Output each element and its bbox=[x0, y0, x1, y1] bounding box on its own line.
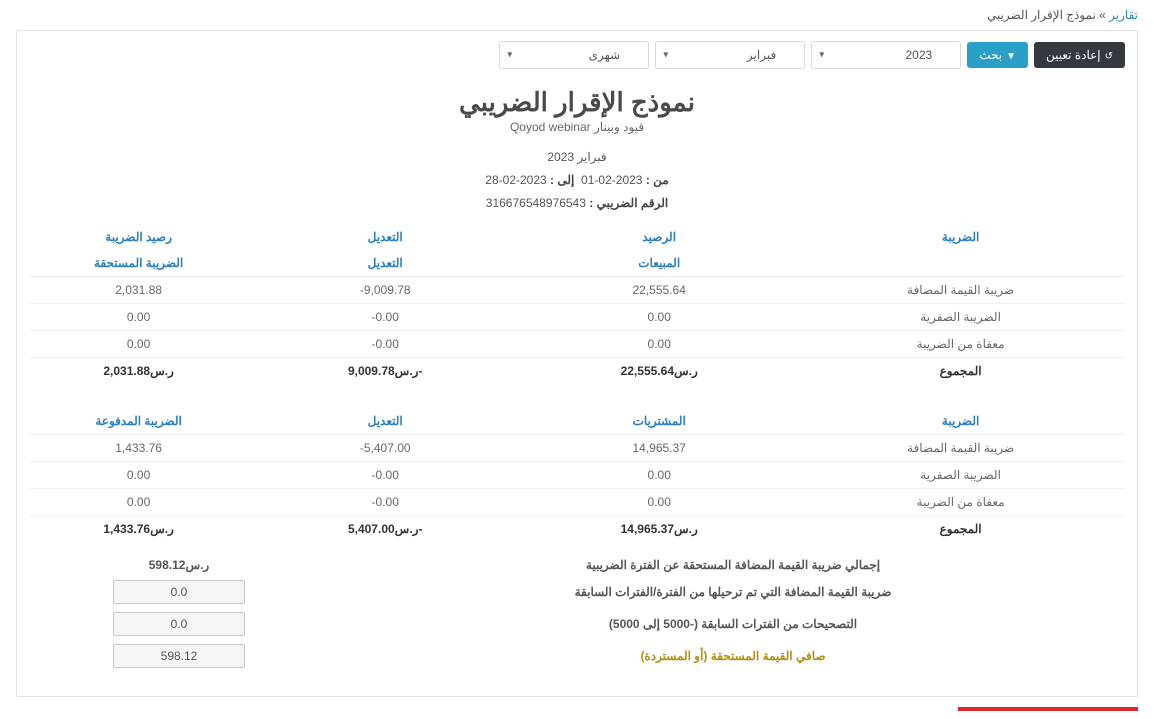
purch-h1: الضريبة bbox=[796, 408, 1125, 435]
tax-no-label: الرقم الضريبي : bbox=[589, 196, 668, 210]
summary-net-label: صافي القيمة المستحقة (أو المستردة) bbox=[341, 649, 1125, 663]
sales-h4: رصيد الضريبة bbox=[29, 224, 248, 250]
sales-sub-h3: التعديل bbox=[248, 250, 522, 277]
month-select[interactable]: فبراير bbox=[655, 41, 805, 69]
year-select[interactable]: 2023 bbox=[811, 41, 961, 69]
sales-h2: الرصيد bbox=[522, 224, 796, 250]
breadcrumb-root[interactable]: تقارير bbox=[1109, 8, 1138, 22]
summary-value-box: 0.0 bbox=[113, 580, 245, 604]
summary-label: ضريبة القيمة المضافة التي تم ترحيلها من … bbox=[341, 585, 1125, 599]
summary-label: إجمالي ضريبة القيمة المضافة المستحقة عن … bbox=[341, 558, 1125, 572]
summary-row: ضريبة القيمة المضافة التي تم ترحيلها من … bbox=[29, 580, 1125, 604]
sales-h3: التعديل bbox=[248, 224, 522, 250]
sales-sub-h4: الضريبة المستحقة bbox=[29, 250, 248, 277]
summary-net-row: صافي القيمة المستحقة (أو المستردة) 598.1… bbox=[29, 644, 1125, 668]
table-row: معفاة من الضريبة0.000.00-0.00 bbox=[29, 331, 1125, 358]
accent-bar bbox=[958, 707, 1138, 711]
breadcrumb-current: نموذج الإقرار الضريبي bbox=[987, 8, 1096, 22]
undo-icon: ↺ bbox=[1105, 51, 1113, 62]
from-value: 2023-02-01 bbox=[581, 173, 642, 187]
from-label: من : bbox=[646, 173, 669, 187]
company-name: قيود وبينار Qoyod webinar bbox=[29, 120, 1125, 134]
breadcrumb-sep: » bbox=[1096, 8, 1109, 22]
table-row: ضريبة القيمة المضافة14,965.375,407.00-1,… bbox=[29, 435, 1125, 462]
report-panel: شهرى ▾ فبراير ▾ 2023 ▾ ▼بحث ↺إعادة تعيين… bbox=[16, 30, 1138, 697]
table-row: الضريبة الصفرية0.000.00-0.00 bbox=[29, 462, 1125, 489]
tax-no-value: 316676548976543 bbox=[486, 196, 586, 210]
purchases-total-row: المجموعر.س14,965.37-ر.س5,407.00ر.س1,433.… bbox=[29, 516, 1125, 543]
report-period: فبراير 2023 bbox=[29, 146, 1125, 169]
table-row: الضريبة الصفرية0.000.00-0.00 bbox=[29, 304, 1125, 331]
table-row: ضريبة القيمة المضافة22,555.649,009.78-2,… bbox=[29, 277, 1125, 304]
purchases-table: الضريبة المشتريات التعديل الضريبة المدفو… bbox=[29, 408, 1125, 542]
sales-body: ضريبة القيمة المضافة22,555.649,009.78-2,… bbox=[29, 277, 1125, 385]
summary-net-value: 598.12 bbox=[113, 644, 245, 668]
search-button-label: بحث bbox=[979, 48, 1002, 62]
purchases-body: ضريبة القيمة المضافة14,965.375,407.00-1,… bbox=[29, 435, 1125, 543]
filter-toolbar: شهرى ▾ فبراير ▾ 2023 ▾ ▼بحث ↺إعادة تعيين bbox=[29, 41, 1125, 69]
period-mode-select[interactable]: شهرى bbox=[499, 41, 649, 69]
reset-button-label: إعادة تعيين bbox=[1046, 48, 1101, 62]
purch-h2: المشتريات bbox=[522, 408, 796, 435]
summary-block: إجمالي ضريبة القيمة المضافة المستحقة عن … bbox=[29, 558, 1125, 668]
summary-row: إجمالي ضريبة القيمة المضافة المستحقة عن … bbox=[29, 558, 1125, 572]
table-row: معفاة من الضريبة0.000.00-0.00 bbox=[29, 489, 1125, 516]
breadcrumb: تقارير » نموذج الإقرار الضريبي bbox=[16, 8, 1138, 22]
summary-value-box: 0.0 bbox=[113, 612, 245, 636]
page-title: نموذج الإقرار الضريبي bbox=[29, 87, 1125, 118]
sales-table: الضريبة الرصيد التعديل رصيد الضريبة المب… bbox=[29, 224, 1125, 384]
sales-sub-h1 bbox=[796, 250, 1125, 277]
purch-h3: التعديل bbox=[248, 408, 522, 435]
sales-sub-h2: المبيعات bbox=[522, 250, 796, 277]
reset-button[interactable]: ↺ إعادة تعيين bbox=[1034, 42, 1125, 68]
sales-total-row: المجموعر.س22,555.64-ر.س9,009.78ر.س2,031.… bbox=[29, 358, 1125, 385]
summary-value: ر.س598.12 bbox=[149, 558, 209, 572]
purch-h4: الضريبة المدفوعة bbox=[29, 408, 248, 435]
to-value: 2023-02-28 bbox=[485, 173, 546, 187]
summary-row: التصحيحات من الفترات السابقة (-5000 إلى … bbox=[29, 612, 1125, 636]
to-label: إلى : bbox=[550, 173, 574, 187]
sales-h1: الضريبة bbox=[796, 224, 1125, 250]
search-button[interactable]: ▼ بحث bbox=[967, 42, 1028, 68]
summary-label: التصحيحات من الفترات السابقة (-5000 إلى … bbox=[341, 617, 1125, 631]
filter-icon: ▼ bbox=[1006, 51, 1016, 62]
